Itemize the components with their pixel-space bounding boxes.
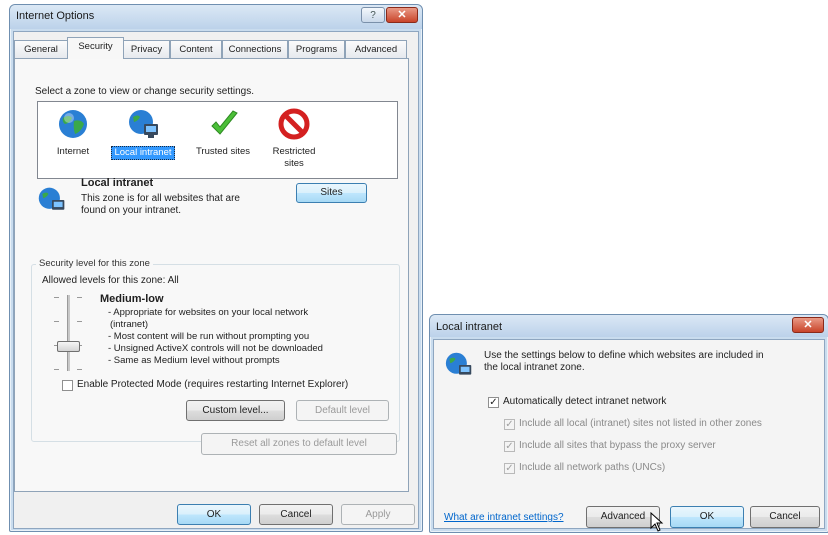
slider-tick (54, 369, 59, 370)
intranet-icon (38, 187, 65, 210)
tab-general[interactable]: General (14, 40, 68, 58)
mouse-cursor-icon (650, 512, 664, 532)
zone-title: Local intranet (81, 177, 154, 189)
apply-button[interactable]: Apply (341, 504, 415, 525)
intranet-icon (445, 352, 472, 375)
zone-label: Restricted sites (272, 146, 316, 169)
internet-options-titlebar[interactable]: Internet Options ? ✕ (10, 5, 422, 29)
local-intranet-window: Local intranet ✕ Use the settings below … (429, 314, 828, 533)
zone-trusted-sites[interactable]: Trusted sites (188, 106, 258, 166)
slider-tick (54, 297, 59, 298)
zone-description: found on your intranet. (81, 205, 182, 216)
cancel-button[interactable]: Cancel (259, 504, 333, 525)
zone-local-intranet[interactable]: Local intranet (107, 106, 177, 166)
slider-track (67, 295, 70, 371)
intranet-icon (129, 110, 158, 138)
level-description: - Same as Medium level without prompts (108, 355, 280, 366)
level-description: - Appropriate for websites on your local… (108, 307, 309, 318)
zone-label: Internet (56, 146, 90, 157)
dialog-body: Use the settings below to define which w… (433, 339, 825, 529)
zone-label: Trusted sites (195, 146, 251, 157)
restricted-icon (278, 108, 310, 140)
include-bypass-proxy-checkbox[interactable]: ✓ (504, 441, 515, 452)
include-local-sites-checkbox[interactable]: ✓ (504, 419, 515, 430)
level-description: - Unsigned ActiveX controls will not be … (108, 343, 323, 354)
intranet-settings-help-link[interactable]: What are intranet settings? (444, 512, 564, 523)
intro-text: the local intranet zone. (484, 362, 585, 373)
slider-tick (77, 321, 82, 322)
include-unc-paths-checkbox[interactable]: ✓ (504, 463, 515, 474)
protected-mode-label: Enable Protected Mode (requires restarti… (77, 379, 349, 390)
allowed-levels-text: Allowed levels for this zone: All (42, 275, 179, 286)
globe-icon (59, 110, 87, 138)
slider-thumb[interactable] (57, 341, 80, 352)
security-tab-panel: Select a zone to view or change security… (14, 58, 409, 492)
reset-all-zones-button[interactable]: Reset all zones to default level (201, 433, 397, 455)
tab-programs[interactable]: Programs (288, 40, 345, 58)
level-description: - Most content will be run without promp… (108, 331, 310, 342)
tab-privacy[interactable]: Privacy (123, 40, 170, 58)
tab-connections[interactable]: Connections (222, 40, 288, 58)
security-level-slider[interactable] (54, 295, 84, 371)
include-unc-paths-label: Include all network paths (UNCs) (519, 462, 666, 473)
security-level-group: Security level for this zone Allowed lev… (31, 258, 400, 442)
local-intranet-titlebar[interactable]: Local intranet ✕ (430, 315, 828, 337)
sites-button[interactable]: Sites (296, 183, 367, 203)
slider-tick (77, 369, 82, 370)
zone-list: Internet Local intranet Trusted sites Re… (37, 101, 398, 179)
tab-content[interactable]: Content (170, 40, 222, 58)
zone-restricted-sites[interactable]: Restricted sites (264, 106, 324, 172)
slider-tick (54, 321, 59, 322)
ok-button[interactable]: OK (670, 506, 744, 528)
window-title: Internet Options (16, 10, 95, 22)
advanced-button[interactable]: Advanced (586, 506, 660, 528)
zone-label: Local intranet (111, 146, 175, 160)
include-bypass-proxy-label: Include all sites that bypass the proxy … (519, 440, 716, 451)
slider-tick (77, 297, 82, 298)
ok-button[interactable]: OK (177, 504, 251, 525)
help-button[interactable]: ? (361, 7, 385, 23)
level-description: (intranet) (110, 319, 149, 330)
group-label: Security level for this zone (36, 258, 153, 269)
level-name: Medium-low (100, 293, 164, 305)
checkmark-icon (211, 110, 238, 135)
auto-detect-checkbox[interactable]: ✓ (488, 397, 499, 408)
select-zone-instruction: Select a zone to view or change security… (35, 86, 255, 97)
custom-level-button[interactable]: Custom level... (186, 400, 285, 421)
intro-text: Use the settings below to define which w… (484, 350, 764, 361)
close-button[interactable]: ✕ (386, 7, 418, 23)
tab-advanced[interactable]: Advanced (345, 40, 407, 58)
cancel-button[interactable]: Cancel (750, 506, 820, 528)
auto-detect-label: Automatically detect intranet network (503, 396, 667, 407)
close-button[interactable]: ✕ (792, 317, 824, 333)
zone-description: This zone is for all websites that are (81, 193, 240, 204)
window-title: Local intranet (436, 321, 503, 333)
default-level-button[interactable]: Default level (296, 400, 389, 421)
zone-internet[interactable]: Internet (48, 106, 98, 166)
protected-mode-checkbox[interactable] (62, 380, 73, 391)
tab-security[interactable]: Security (67, 37, 124, 59)
include-local-sites-label: Include all local (intranet) sites not l… (519, 418, 762, 429)
